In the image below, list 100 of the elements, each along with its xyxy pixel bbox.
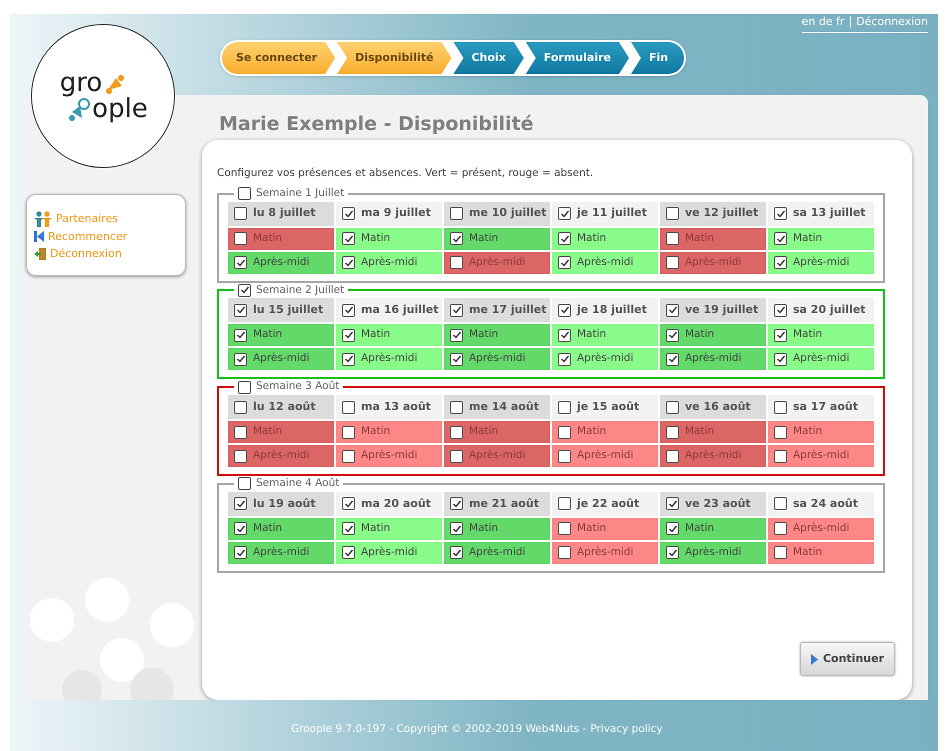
checkbox[interactable] bbox=[558, 400, 571, 414]
checked-checkbox[interactable] bbox=[238, 284, 251, 297]
checkbox[interactable] bbox=[666, 207, 679, 220]
slot-label: Matin bbox=[577, 230, 606, 246]
checkbox[interactable] bbox=[342, 426, 355, 438]
checked-checkbox[interactable] bbox=[234, 522, 247, 536]
day-label: me 21 août bbox=[469, 496, 539, 512]
checked-checkbox[interactable] bbox=[558, 328, 571, 342]
checked-checkbox[interactable] bbox=[666, 546, 679, 560]
step-tab[interactable]: Formulaire bbox=[526, 42, 629, 74]
checked-checkbox[interactable] bbox=[666, 304, 679, 317]
checkbox[interactable] bbox=[234, 207, 247, 220]
checkbox[interactable] bbox=[774, 450, 787, 462]
checkbox[interactable] bbox=[774, 522, 787, 536]
checked-checkbox[interactable] bbox=[774, 256, 787, 269]
checked-checkbox[interactable] bbox=[666, 497, 679, 510]
checkbox[interactable] bbox=[238, 477, 251, 490]
sidebar-link[interactable]: Recommencer bbox=[48, 228, 128, 245]
checkbox[interactable] bbox=[234, 450, 247, 462]
checked-checkbox[interactable] bbox=[450, 497, 463, 510]
checkbox[interactable] bbox=[558, 426, 571, 438]
checked-checkbox[interactable] bbox=[342, 522, 355, 536]
checked-checkbox[interactable] bbox=[234, 256, 247, 269]
checkbox[interactable] bbox=[450, 256, 463, 269]
checkbox[interactable] bbox=[238, 187, 251, 200]
checked-checkbox[interactable] bbox=[558, 304, 571, 317]
day-label: sa 24 août bbox=[793, 496, 858, 512]
step-tab[interactable]: Fin bbox=[631, 42, 684, 74]
continue-button[interactable]: Continuer bbox=[800, 642, 895, 676]
checked-checkbox[interactable] bbox=[342, 546, 355, 560]
checkbox[interactable] bbox=[666, 256, 679, 269]
checkbox[interactable] bbox=[666, 232, 679, 245]
checked-checkbox[interactable] bbox=[342, 256, 355, 269]
day-label: lu 12 août bbox=[253, 398, 316, 415]
checkbox[interactable] bbox=[342, 450, 355, 462]
step-tab[interactable]: Disponibilité bbox=[337, 42, 452, 74]
checked-checkbox[interactable] bbox=[558, 352, 571, 366]
checked-checkbox[interactable] bbox=[558, 232, 571, 245]
sidebar-link[interactable]: Partenaires bbox=[56, 211, 118, 228]
checked-checkbox[interactable] bbox=[774, 304, 787, 317]
privacy-link[interactable]: Privacy policy bbox=[590, 722, 663, 738]
checkbox[interactable] bbox=[558, 497, 571, 510]
checkbox[interactable] bbox=[558, 546, 571, 560]
checked-checkbox[interactable] bbox=[450, 522, 463, 536]
checkbox[interactable] bbox=[774, 546, 787, 560]
slot-label: Matin bbox=[793, 327, 822, 342]
checked-checkbox[interactable] bbox=[558, 256, 571, 269]
logo[interactable]: gro ople bbox=[31, 24, 175, 168]
checkbox[interactable] bbox=[774, 497, 787, 510]
logout-link[interactable]: Déconnexion bbox=[856, 14, 928, 30]
checked-checkbox[interactable] bbox=[234, 352, 247, 366]
language-links[interactable]: en de fr bbox=[802, 14, 844, 30]
checkbox[interactable] bbox=[666, 426, 679, 438]
logo-text: ople bbox=[92, 96, 148, 122]
week-label: Semaine 3 Août bbox=[256, 379, 340, 394]
checked-checkbox[interactable] bbox=[666, 522, 679, 536]
checked-checkbox[interactable] bbox=[774, 328, 787, 342]
checkbox[interactable] bbox=[234, 426, 247, 438]
checked-checkbox[interactable] bbox=[342, 497, 355, 510]
checkbox[interactable] bbox=[558, 522, 571, 536]
checked-checkbox[interactable] bbox=[342, 304, 355, 317]
checkbox[interactable] bbox=[450, 400, 463, 414]
checked-checkbox[interactable] bbox=[450, 328, 463, 342]
checkbox[interactable] bbox=[666, 400, 679, 414]
sidebar-link[interactable]: Déconnexion bbox=[50, 246, 122, 262]
checkbox[interactable] bbox=[450, 207, 463, 220]
checkbox[interactable] bbox=[774, 400, 787, 414]
checked-checkbox[interactable] bbox=[450, 232, 463, 245]
day-label: ve 16 août bbox=[685, 398, 751, 415]
checked-checkbox[interactable] bbox=[234, 546, 247, 560]
door-exit-icon bbox=[33, 247, 47, 262]
checked-checkbox[interactable] bbox=[450, 546, 463, 560]
checked-checkbox[interactable] bbox=[558, 207, 571, 220]
checked-checkbox[interactable] bbox=[234, 497, 247, 510]
checkbox[interactable] bbox=[234, 232, 247, 245]
checked-checkbox[interactable] bbox=[342, 207, 355, 220]
checked-checkbox[interactable] bbox=[450, 304, 463, 317]
checkbox[interactable] bbox=[774, 426, 787, 438]
checked-checkbox[interactable] bbox=[774, 352, 787, 366]
checked-checkbox[interactable] bbox=[342, 232, 355, 245]
checked-checkbox[interactable] bbox=[234, 304, 247, 317]
step-tab[interactable]: Choix bbox=[453, 42, 524, 74]
checkbox[interactable] bbox=[558, 450, 571, 462]
checkbox[interactable] bbox=[450, 450, 463, 462]
day-label: je 11 juillet bbox=[577, 205, 647, 222]
slot-label: Après-midi bbox=[685, 254, 742, 270]
checked-checkbox[interactable] bbox=[774, 232, 787, 245]
checkbox[interactable] bbox=[450, 426, 463, 438]
checked-checkbox[interactable] bbox=[774, 207, 787, 220]
checked-checkbox[interactable] bbox=[234, 328, 247, 342]
checked-checkbox[interactable] bbox=[342, 328, 355, 342]
step-tab[interactable]: Se connecter bbox=[222, 42, 336, 74]
checked-checkbox[interactable] bbox=[450, 352, 463, 366]
checked-checkbox[interactable] bbox=[342, 352, 355, 366]
checkbox[interactable] bbox=[234, 400, 247, 414]
checkbox[interactable] bbox=[342, 400, 355, 414]
checkbox[interactable] bbox=[666, 450, 679, 462]
checked-checkbox[interactable] bbox=[666, 352, 679, 366]
checked-checkbox[interactable] bbox=[666, 328, 679, 342]
checkbox[interactable] bbox=[238, 380, 251, 394]
